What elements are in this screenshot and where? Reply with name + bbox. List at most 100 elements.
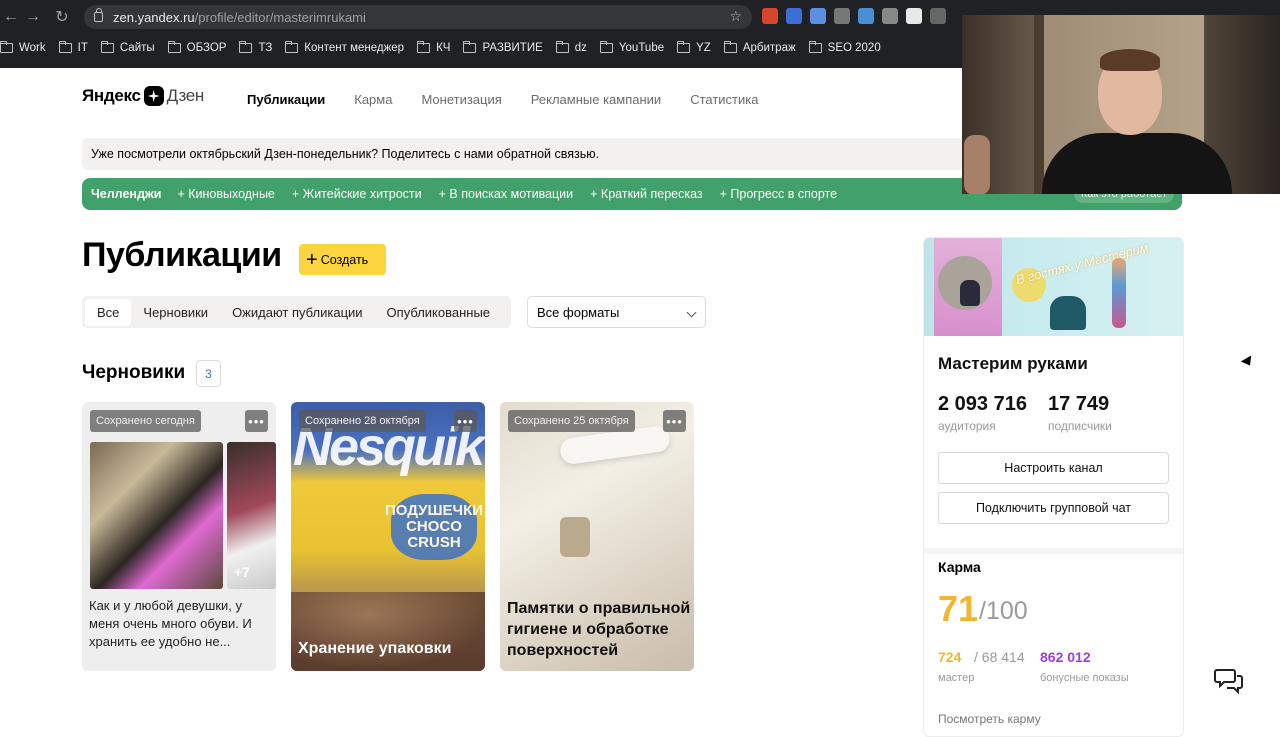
master-label: мастер <box>938 672 975 684</box>
bookmark-item[interactable]: IT <box>58 41 88 54</box>
bookmark-item[interactable]: YouTube <box>599 41 664 54</box>
folder-icon <box>417 41 431 53</box>
channel-sidebar: В гостях у Мастерим Мастерим руками 2 09… <box>923 237 1184 737</box>
card-image <box>560 517 590 557</box>
saved-badge: Сохранено сегодня <box>90 410 201 432</box>
bookmark-item[interactable]: ОБЗОР <box>167 41 226 54</box>
bookmark-item[interactable]: dz <box>555 41 587 54</box>
presenter-body <box>1042 133 1232 194</box>
bookmark-item[interactable]: YZ <box>677 41 711 54</box>
extra-images-count: +7 <box>234 564 250 580</box>
extension-icon[interactable] <box>906 8 922 24</box>
saved-badge: Сохранено 28 октября <box>299 410 426 432</box>
more-options-button[interactable]: ••• <box>663 410 686 432</box>
mouse-cursor <box>1240 355 1256 369</box>
challenges-title: Челленджи <box>91 187 162 201</box>
presenter-hair <box>1100 49 1160 71</box>
cat-illustration <box>960 280 980 306</box>
extension-icon[interactable] <box>882 8 898 24</box>
divider <box>924 548 1183 554</box>
format-select[interactable]: Все форматы <box>527 296 706 328</box>
nav-publications[interactable]: Публикации <box>247 92 325 107</box>
bookmark-item[interactable]: РАЗВИТИЕ <box>463 41 543 54</box>
folder-icon <box>0 41 13 53</box>
group-chat-button[interactable]: Подключить групповой чат <box>938 492 1169 524</box>
subscribers-value: 17 749 <box>1048 393 1110 415</box>
chat-icon[interactable] <box>1214 667 1244 695</box>
bookmark-item[interactable]: SEO 2020 <box>808 41 881 54</box>
drafts-count-badge: 3 <box>196 360 221 387</box>
bookmark-item[interactable]: КЧ <box>417 41 450 54</box>
folder-icon <box>599 41 613 53</box>
draft-card[interactable]: Сохранено 25 октября ••• Памятки о прави… <box>500 402 694 671</box>
tab-all[interactable]: Все <box>85 298 132 326</box>
bookmark-item[interactable]: Контент менеджер <box>285 41 404 54</box>
setup-channel-button[interactable]: Настроить канал <box>938 452 1169 484</box>
create-button[interactable]: + Создать <box>299 244 386 275</box>
bookmark-item[interactable]: Work <box>0 41 46 54</box>
tab-drafts[interactable]: Черновики <box>131 299 220 326</box>
bookmark-item[interactable]: Сайты <box>100 41 155 54</box>
yandex-zen-logo[interactable]: Яндекс Дзен <box>82 86 204 106</box>
challenge-item[interactable]: + Киновыходные <box>177 187 274 201</box>
card-caption: Как и у любой девушки, у меня очень мног… <box>89 598 252 649</box>
saved-badge: Сохранено 25 октября <box>508 410 635 432</box>
master-total: / 68 414 <box>974 649 1025 665</box>
tab-pending[interactable]: Ожидают публикации <box>220 299 374 326</box>
bookmark-star-icon[interactable]: ☆ <box>729 8 742 25</box>
extension-icon[interactable] <box>786 8 802 24</box>
bookmark-item[interactable]: ТЗ <box>239 41 272 54</box>
challenge-item[interactable]: + В поисках мотивации <box>439 187 574 201</box>
extension-icon[interactable] <box>858 8 874 24</box>
audience-value: 2 093 716 <box>938 393 1027 415</box>
challenge-item[interactable]: + Краткий пересказ <box>590 187 702 201</box>
folder-icon <box>58 41 72 53</box>
karma-title: Карма <box>938 559 981 575</box>
url-host: zen.yandex.ru <box>113 9 195 25</box>
challenge-item[interactable]: + Прогресс в спорте <box>720 187 837 201</box>
view-karma-link[interactable]: Посмотреть карму <box>938 712 1041 726</box>
folder-icon <box>100 41 114 53</box>
nav-ad-campaigns[interactable]: Рекламные кампании <box>531 92 661 107</box>
folder-icon <box>463 41 477 53</box>
channel-name[interactable]: Мастерим руками <box>938 354 1088 374</box>
draft-card[interactable]: Nesquik ПОДУШЕЧКИ CHOCO CRUSH Сохранено … <box>291 402 485 671</box>
nav-monetization[interactable]: Монетизация <box>421 92 501 107</box>
extensions-bar <box>762 8 946 24</box>
folder-icon <box>167 41 181 53</box>
more-options-button[interactable]: ••• <box>454 410 477 432</box>
nav-statistics[interactable]: Статистика <box>690 92 758 107</box>
tab-published[interactable]: Опубликованные <box>375 299 503 326</box>
url-path: /profile/editor/masterimrukami <box>194 9 366 25</box>
extension-icon[interactable] <box>834 8 850 24</box>
more-options-button[interactable]: ••• <box>245 410 268 432</box>
back-icon[interactable]: ← <box>0 6 22 28</box>
card-image-pack: ПОДУШЕЧКИ CHOCO CRUSH <box>385 494 483 560</box>
banner-text: В гостях у Мастерим <box>1014 239 1151 288</box>
card-caption: Памятки о правильной гигиене и обработке… <box>507 600 691 659</box>
lock-icon <box>94 8 103 22</box>
master-value: 724 <box>938 649 962 665</box>
bookmark-item[interactable]: Арбитраж <box>723 41 796 54</box>
challenge-item[interactable]: + Житейские хитрости <box>292 187 422 201</box>
extension-icon[interactable] <box>762 8 778 24</box>
extension-icon[interactable] <box>810 8 826 24</box>
channel-banner: В гостях у Мастерим <box>924 238 1183 336</box>
drafts-heading: Черновики <box>82 362 186 383</box>
address-bar[interactable]: zen.yandex.ru /profile/editor/masterimru… <box>84 5 752 29</box>
forward-icon[interactable]: → <box>22 6 44 28</box>
nav-karma[interactable]: Карма <box>354 92 392 107</box>
subscribers-label: подписчики <box>1048 419 1112 433</box>
karma-score: 71 <box>938 588 979 629</box>
draft-card[interactable]: +7 Сохранено сегодня ••• Как и у любой д… <box>82 402 276 671</box>
card-image <box>291 592 485 671</box>
card-caption: Хранение упаковки <box>298 640 452 657</box>
folder-icon <box>723 41 737 53</box>
extension-icon[interactable] <box>930 8 946 24</box>
bonus-label: бонусные показы <box>1040 672 1129 684</box>
reload-icon[interactable]: ↻ <box>51 6 73 28</box>
presenter-hand <box>964 135 990 194</box>
plus-icon: + <box>306 248 318 271</box>
page-title: Публикации <box>82 236 282 274</box>
webcam-background <box>1034 15 1044 194</box>
